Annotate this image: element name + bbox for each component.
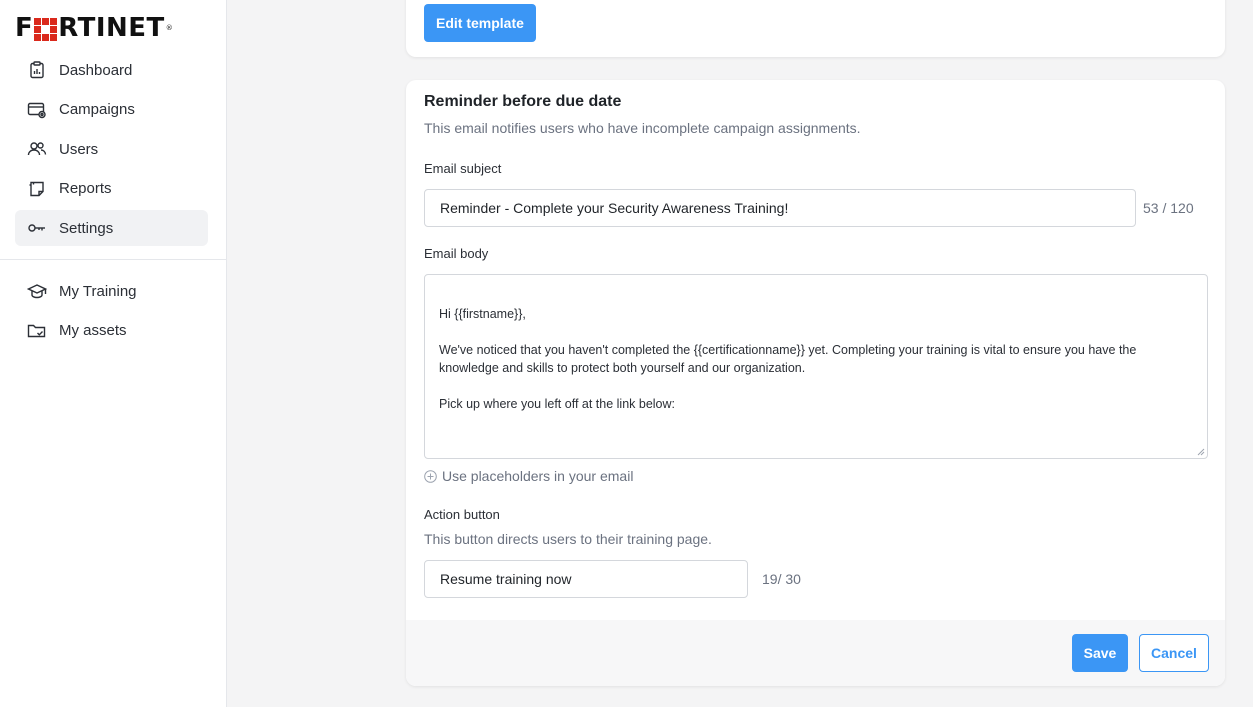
- sidebar-item-reports[interactable]: Reports: [15, 171, 208, 207]
- save-button[interactable]: Save: [1072, 634, 1128, 672]
- logo-text-right: RTINET: [58, 13, 165, 43]
- resize-handle-icon[interactable]: [1197, 448, 1205, 456]
- logo-registered-mark: ®: [165, 24, 174, 32]
- use-placeholders-label: Use placeholders in your email: [442, 468, 634, 484]
- dashboard-icon: [27, 60, 47, 80]
- sidebar-item-label: Settings: [59, 219, 114, 237]
- sidebar-item-label: Dashboard: [59, 61, 133, 79]
- sidebar-item-campaigns[interactable]: Campaigns: [15, 92, 208, 128]
- secondary-nav: My Training My assets: [15, 273, 208, 352]
- email-subject-input[interactable]: Reminder - Complete your Security Awaren…: [424, 189, 1136, 227]
- logo-text-left: F: [15, 13, 34, 43]
- campaigns-icon: [27, 100, 47, 120]
- email-body-label: Email body: [424, 246, 489, 261]
- card-description: This email notifies users who have incom…: [424, 120, 861, 136]
- action-button-description: This button directs users to their train…: [424, 531, 712, 547]
- email-body-textarea[interactable]: Hi {{firstname}}, We've noticed that you…: [424, 274, 1208, 459]
- email-body-text: Hi {{firstname}}, We've noticed that you…: [439, 307, 1137, 411]
- action-button-char-counter: 19/ 30: [762, 571, 801, 587]
- sidebar-item-label: Users: [59, 140, 99, 158]
- sidebar-item-dashboard[interactable]: Dashboard: [15, 52, 208, 88]
- sidebar-item-my-assets[interactable]: My assets: [15, 313, 208, 349]
- sidebar-item-label: My assets: [59, 322, 127, 339]
- graduation-cap-icon: [27, 281, 47, 301]
- sidebar-item-label: Reports: [59, 180, 112, 197]
- fortinet-logo[interactable]: F RTINET ®: [15, 13, 174, 43]
- subject-char-counter: 53 / 120: [1143, 200, 1194, 216]
- users-icon: [27, 139, 47, 159]
- sidebar-item-settings[interactable]: Settings: [15, 210, 208, 246]
- previous-template-card: Edit template: [406, 0, 1225, 57]
- action-button-label: Action button: [424, 507, 500, 522]
- card-title: Reminder before due date: [424, 93, 622, 110]
- sidebar-item-users[interactable]: Users: [15, 131, 208, 167]
- sidebar: F RTINET ® Dashboard Campaigns Users Rep…: [0, 0, 227, 707]
- reports-icon: [27, 179, 47, 199]
- primary-nav: Dashboard Campaigns Users Reports Settin…: [15, 52, 208, 250]
- action-button-input[interactable]: Resume training now: [424, 560, 748, 598]
- sidebar-item-my-training[interactable]: My Training: [15, 273, 208, 309]
- folder-check-icon: [27, 321, 47, 341]
- plus-circle-icon: [424, 469, 437, 483]
- cancel-button[interactable]: Cancel: [1139, 634, 1209, 672]
- card-footer: Save Cancel: [406, 620, 1225, 686]
- settings-key-icon: [27, 218, 47, 238]
- logo-grid-icon: [34, 17, 58, 41]
- sidebar-item-label: My Training: [59, 282, 137, 300]
- reminder-template-card: Reminder before due date This email noti…: [406, 80, 1225, 686]
- sidebar-item-label: Campaigns: [59, 101, 135, 118]
- email-subject-label: Email subject: [424, 161, 502, 176]
- use-placeholders-link[interactable]: Use placeholders in your email: [424, 468, 633, 484]
- nav-divider: [0, 259, 226, 260]
- edit-template-button[interactable]: Edit template: [424, 4, 536, 42]
